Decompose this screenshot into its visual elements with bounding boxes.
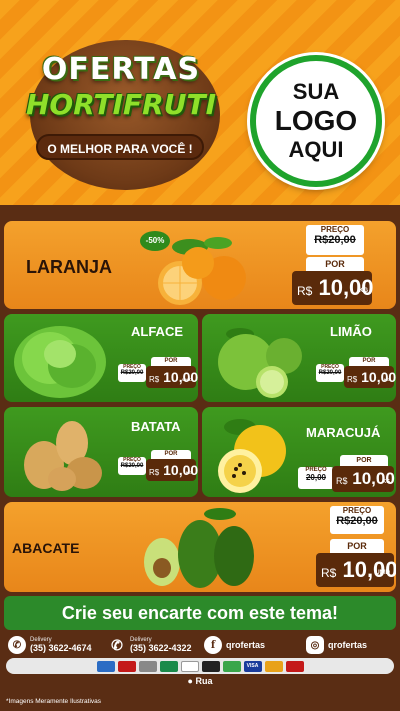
avocado-image xyxy=(144,508,254,588)
price-value: 10,00 xyxy=(361,369,396,385)
card-icon xyxy=(222,660,241,672)
contact-phone[interactable]: ✆ Delivery (35) 3622-4322 xyxy=(108,636,192,654)
por-label: POR xyxy=(349,357,389,366)
header: OFERTAS HORTIFRUTI O MELHOR PARA VOCÊ ! … xyxy=(0,0,400,205)
currency: R$ xyxy=(347,375,358,384)
price-unit: UNID xyxy=(182,377,192,382)
hipercard-icon xyxy=(285,660,304,672)
visa-card-icon: VISA xyxy=(243,660,262,672)
product-abacate[interactable]: ABACATE PREÇO R$20,00 POR R$ 10,00 UNID xyxy=(4,502,396,592)
price-unit: KG xyxy=(359,288,368,294)
whatsapp-icon: ✆ xyxy=(8,636,26,654)
por-label: POR xyxy=(330,539,384,553)
payment-methods: VISA xyxy=(6,658,394,674)
product-limao[interactable]: LIMÃO PREÇO R$20,00 POR R$ 10,00 KG xyxy=(202,314,396,402)
contact-bar: ✆ Delivery (35) 3622-4674 ✆ Delivery (35… xyxy=(0,632,400,658)
price-unit: KG xyxy=(382,479,391,485)
old-price-label: PREÇO xyxy=(342,506,372,515)
product-name: LARANJA xyxy=(26,257,113,277)
new-price: R$ 10,00 KG xyxy=(332,466,395,492)
old-price-box: PREÇO R$20,00 xyxy=(118,457,146,475)
instagram-link[interactable]: ◎ qrofertas xyxy=(306,636,367,654)
card-icon xyxy=(159,660,178,672)
instagram-handle: qrofertas xyxy=(328,640,368,650)
lime-image xyxy=(218,328,302,398)
phone-number: (35) 3622-4674 xyxy=(30,643,92,653)
product-alface[interactable]: ALFACE PREÇO R$20,00 POR R$ 10,00 UNID xyxy=(4,314,198,402)
address-text: Rua xyxy=(195,676,213,686)
card-icon xyxy=(138,660,157,672)
product-name: BATATA xyxy=(131,419,181,434)
address: ● Rua xyxy=(0,676,400,686)
title-ofertas: OFERTAS xyxy=(41,52,201,87)
old-price-value: R$20,00 xyxy=(318,370,342,376)
old-price-label: PREÇO xyxy=(320,225,350,234)
price-unit: KG xyxy=(384,377,390,382)
contact-whatsapp[interactable]: ✆ Delivery (35) 3622-4674 xyxy=(8,636,92,654)
old-price-value: 20,00 xyxy=(305,473,327,482)
title-hortifruti: HORTIFRUTI xyxy=(26,88,216,121)
currency: R$ xyxy=(297,284,313,298)
price-unit: UNID xyxy=(375,570,390,576)
por-label: POR xyxy=(340,455,388,466)
new-price: R$ 10,00 KG xyxy=(344,366,396,388)
old-price-value: R$20,00 xyxy=(120,463,144,469)
currency: R$ xyxy=(149,468,160,477)
old-price-box: PREÇO R$20,00 xyxy=(306,225,364,255)
instagram-icon: ◎ xyxy=(306,636,324,654)
product-name: ALFACE xyxy=(131,324,183,339)
old-price-box: PREÇO R$20,00 xyxy=(118,364,146,382)
new-price: R$ 10,00 UNID xyxy=(316,553,396,587)
product-laranja[interactable]: LARANJA -50% PREÇO R$20,00 POR R$ 10,00 … xyxy=(4,221,396,309)
facebook-handle: qrofertas xyxy=(226,640,266,650)
location-pin-icon: ● xyxy=(187,676,193,686)
new-price: R$ 10,00 KG xyxy=(292,271,374,305)
currency: R$ xyxy=(321,566,337,580)
product-name: LIMÃO xyxy=(330,324,372,339)
card-icon xyxy=(180,660,199,672)
logo-text-2: LOGO xyxy=(274,105,358,136)
old-price-box: PREÇO 20,00 xyxy=(298,467,334,489)
phone-number: (35) 3622-4322 xyxy=(130,643,192,653)
logo-text-3: AQUI xyxy=(288,137,344,162)
price-value: 10,00 xyxy=(163,369,198,385)
subtitle-banner: O MELHOR PARA VOCÊ ! xyxy=(36,134,204,160)
product-name: MARACUJÁ xyxy=(306,425,381,440)
por-label: POR xyxy=(306,257,364,271)
por-label: POR xyxy=(151,357,191,366)
old-price-value: R$20,00 xyxy=(120,370,144,376)
disclaimer: *Imagens Meramente Ilustrativas xyxy=(6,698,102,705)
old-price-value: R$20,00 xyxy=(314,234,356,246)
old-price-box: PREÇO R$20,00 xyxy=(330,506,384,534)
card-icon xyxy=(201,660,220,672)
currency: R$ xyxy=(149,375,160,384)
amex-card-icon xyxy=(96,660,115,672)
cta-banner[interactable]: Crie seu encarte com este tema! xyxy=(4,596,396,630)
mastercard-icon xyxy=(264,660,283,672)
phone-icon: ✆ xyxy=(111,636,123,653)
logo-placeholder[interactable]: SUA LOGO AQUI xyxy=(250,55,382,187)
por-label: POR xyxy=(151,450,191,459)
old-price-value: R$20,00 xyxy=(336,515,378,527)
lettuce-image xyxy=(14,326,106,398)
product-batata[interactable]: BATATA PREÇO R$20,00 POR R$ 10,00 KG xyxy=(4,407,198,497)
potato-image xyxy=(24,421,102,491)
card-icon xyxy=(117,660,136,672)
passion-fruit-image xyxy=(218,419,286,493)
facebook-link[interactable]: f qrofertas xyxy=(204,636,265,654)
orange-fruit-image xyxy=(158,237,246,305)
new-price: R$ 10,00 KG xyxy=(146,459,198,481)
old-price-box: PREÇO R$20,00 xyxy=(316,364,344,382)
price-unit: KG xyxy=(186,470,192,475)
product-maracuja[interactable]: MARACUJÁ PREÇO 20,00 POR R$ 10,00 KG xyxy=(202,407,396,497)
new-price: R$ 10,00 UNID xyxy=(146,366,198,388)
facebook-icon: f xyxy=(204,636,222,654)
flyer: OFERTAS HORTIFRUTI O MELHOR PARA VOCÊ ! … xyxy=(0,0,400,711)
currency: R$ xyxy=(336,476,348,486)
logo-text-1: SUA xyxy=(292,79,340,104)
product-name: ABACATE xyxy=(12,540,80,556)
price-value: 10,00 xyxy=(163,462,198,478)
